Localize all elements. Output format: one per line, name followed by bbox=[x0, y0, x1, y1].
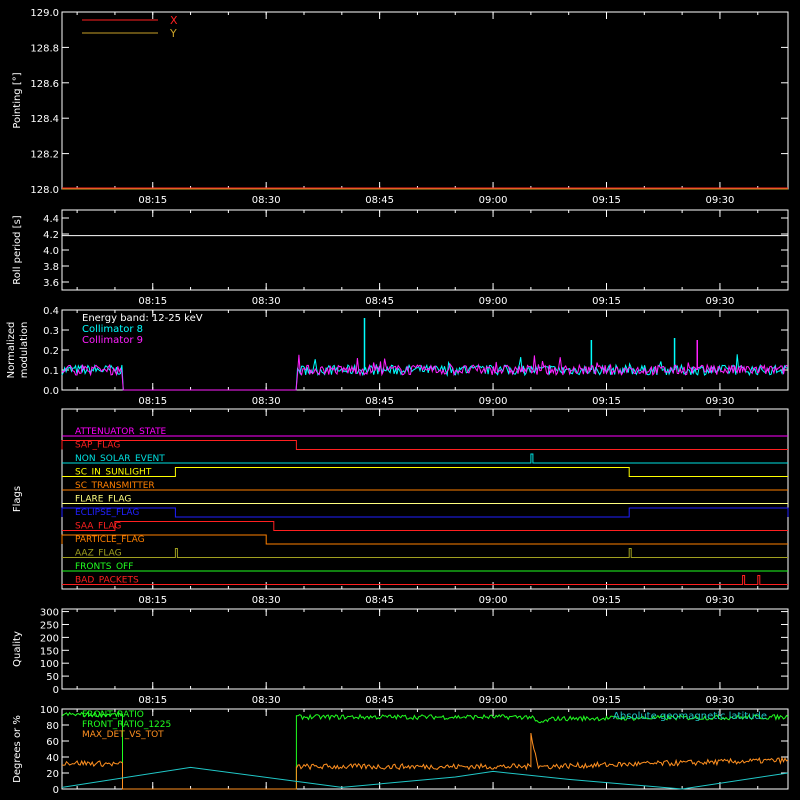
x-tick-label: 09:30 bbox=[706, 296, 735, 307]
y-axis-label: Quality bbox=[12, 631, 23, 667]
x-tick-label: 08:30 bbox=[252, 396, 281, 407]
x-tick-label: 09:00 bbox=[479, 396, 508, 407]
series-line-max-det bbox=[61, 733, 789, 790]
series-line-latitude bbox=[61, 766, 789, 790]
y-tick-label: 80 bbox=[46, 721, 59, 732]
flag-line bbox=[61, 534, 788, 545]
x-tick-label: 08:30 bbox=[252, 195, 281, 206]
flag-line bbox=[62, 521, 788, 531]
legend-label: Energy band: 12-25 keV bbox=[82, 313, 203, 324]
stacked-chart: 08:15 08:30 08:45 09:00 09:15 09:30 129.0 128.8… bbox=[6, 8, 789, 796]
x-tick-label: 09:00 bbox=[479, 296, 508, 307]
y-tick-label: 0.3 bbox=[43, 326, 59, 337]
y-tick-label: 128.6 bbox=[30, 79, 59, 90]
y-tick-label: 4.2 bbox=[43, 230, 59, 241]
x-tick-label: 09:30 bbox=[706, 695, 735, 706]
x-tick-label: 09:15 bbox=[592, 595, 621, 606]
x-tick-label: 08:15 bbox=[138, 195, 167, 206]
x-tick-label: 08:45 bbox=[365, 195, 394, 206]
y-tick-label: 300 bbox=[40, 608, 59, 619]
x-tick-label: 09:30 bbox=[706, 195, 735, 206]
x-tick-label: 08:15 bbox=[138, 396, 167, 407]
x-tick-label: 09:00 bbox=[479, 595, 508, 606]
y-axis-label: modulation bbox=[19, 322, 30, 379]
y-axis-label: Roll period [s] bbox=[12, 215, 23, 284]
axis-frame-quality bbox=[61, 608, 789, 690]
x-tick-label: 08:15 bbox=[138, 695, 167, 706]
y-tick-label: 0 bbox=[53, 685, 59, 696]
y-tick-label: 0.1 bbox=[43, 366, 59, 377]
y-tick-label: 20 bbox=[46, 769, 59, 780]
x-tick-label: 08:45 bbox=[365, 296, 394, 307]
legend-label: MAX_DET_VS_TOT bbox=[82, 730, 164, 740]
x-tick-label: 08:30 bbox=[252, 695, 281, 706]
flag-label: PARTICLE_FLAG bbox=[75, 535, 145, 545]
y-tick-label: 129.0 bbox=[30, 8, 59, 19]
y-axis-label: Pointing [°] bbox=[12, 72, 23, 128]
x-tick-label: 08:30 bbox=[252, 595, 281, 606]
y-tick-label: 150 bbox=[40, 646, 59, 657]
x-tick-label: 09:15 bbox=[592, 695, 621, 706]
flag-line bbox=[62, 467, 788, 477]
x-tick-label: 09:30 bbox=[706, 396, 735, 407]
flag-line bbox=[62, 575, 788, 585]
legend-label: FRONT_RATIO bbox=[82, 710, 144, 720]
x-tick-label: 09:30 bbox=[706, 595, 735, 606]
flag-label: ECLIPSE_FLAG bbox=[75, 508, 139, 518]
y-tick-label: 0 bbox=[53, 785, 59, 796]
y-tick-label: 128.0 bbox=[30, 185, 59, 196]
x-tick-label: 08:45 bbox=[365, 396, 394, 407]
flag-line bbox=[62, 453, 788, 464]
y-tick-label: 3.8 bbox=[43, 262, 59, 273]
flag-line bbox=[61, 507, 789, 518]
y-axis-label: Degrees or % bbox=[12, 715, 23, 783]
y-tick-label: 0.2 bbox=[43, 346, 59, 357]
x-tick-label: 08:15 bbox=[138, 296, 167, 307]
y-tick-label: 4.4 bbox=[43, 214, 59, 225]
y-tick-label: 0.0 bbox=[43, 386, 59, 397]
x-tick-label: 09:15 bbox=[592, 296, 621, 307]
y-tick-label: 250 bbox=[40, 620, 59, 631]
series-line-Collimator 9 bbox=[61, 354, 788, 391]
y-tick-label: 40 bbox=[46, 753, 59, 764]
flag-line bbox=[62, 548, 788, 558]
y-tick-label: 100 bbox=[40, 659, 59, 670]
y-tick-label: 128.8 bbox=[30, 43, 59, 54]
y-tick-label: 60 bbox=[46, 737, 59, 748]
flag-line bbox=[61, 440, 788, 450]
x-tick-label: 08:30 bbox=[252, 296, 281, 307]
legend-label: FRONT_RATIO_1225 bbox=[82, 720, 171, 730]
y-tick-label: 100 bbox=[40, 705, 59, 716]
y-axis-label: Flags bbox=[12, 486, 23, 512]
y-tick-label: 50 bbox=[46, 672, 59, 683]
x-tick-label: 09:15 bbox=[592, 195, 621, 206]
y-tick-label: 128.4 bbox=[30, 114, 59, 125]
x-tick-label: 08:15 bbox=[138, 595, 167, 606]
flag-label: SAP_FLAG bbox=[75, 441, 120, 451]
right-legend-label: Absolute geomagnetic latitude bbox=[613, 711, 767, 722]
y-tick-label: 128.2 bbox=[30, 150, 59, 161]
x-tick-label: 08:45 bbox=[365, 695, 394, 706]
x-tick-label: 09:15 bbox=[592, 396, 621, 407]
y-axis-label: Normalized bbox=[6, 322, 17, 379]
legend-label: X bbox=[170, 14, 178, 27]
x-tick-label: 09:00 bbox=[479, 695, 508, 706]
x-tick-label: 09:00 bbox=[479, 195, 508, 206]
axis-frame-roll bbox=[61, 209, 789, 291]
legend-label: Collimator 9 bbox=[82, 335, 143, 346]
x-tick-label: 08:45 bbox=[365, 595, 394, 606]
legend-label: Collimator 8 bbox=[82, 324, 143, 335]
y-tick-label: 4.0 bbox=[43, 246, 59, 257]
y-tick-label: 200 bbox=[40, 633, 59, 644]
y-tick-label: 3.6 bbox=[43, 278, 59, 289]
y-tick-label: 0.4 bbox=[43, 306, 59, 317]
legend-label: Y bbox=[169, 27, 177, 40]
